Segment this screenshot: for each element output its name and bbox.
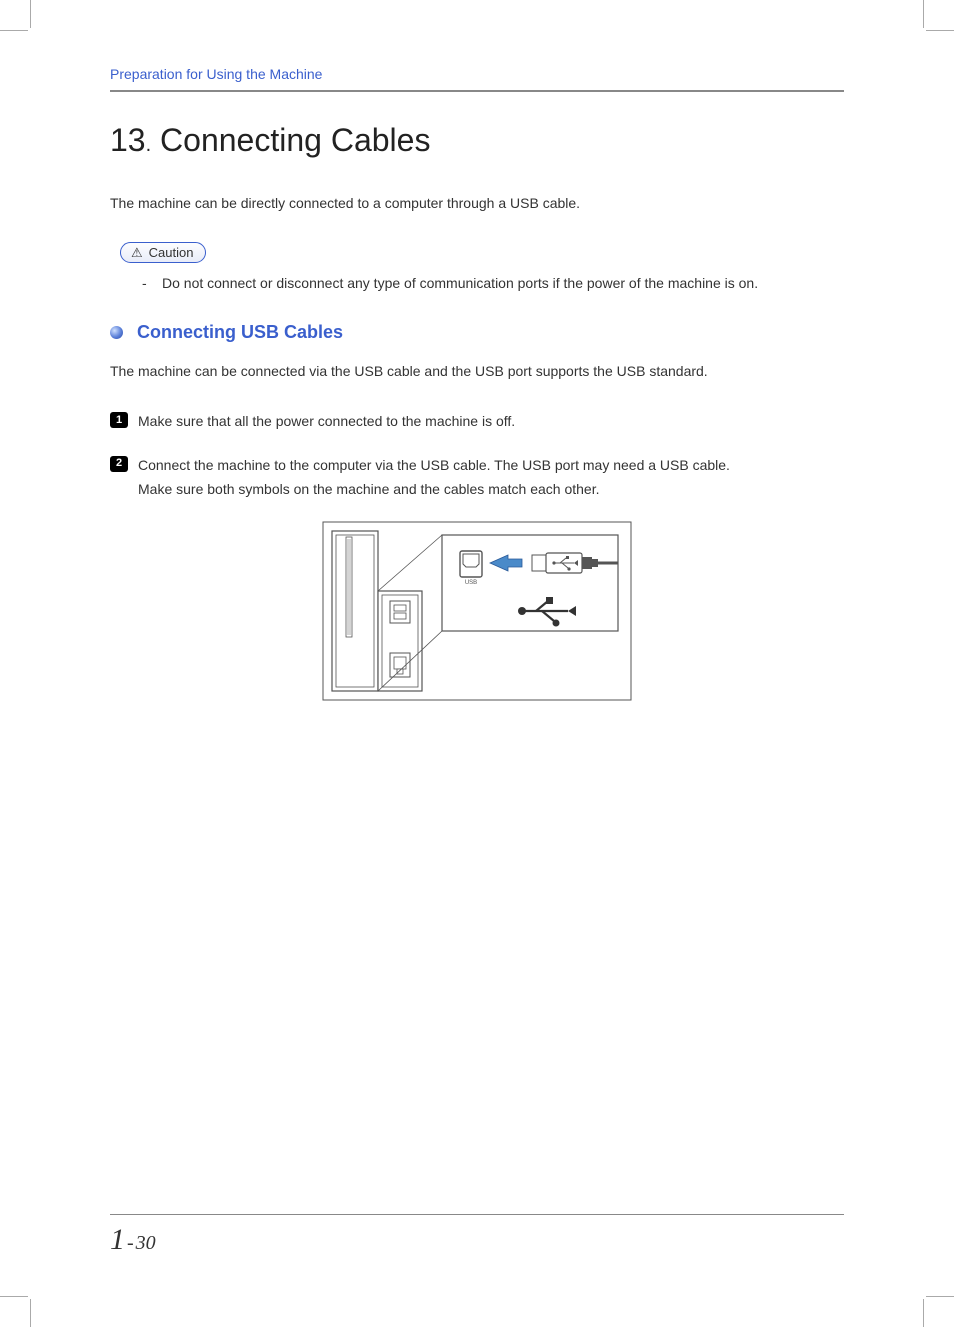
caution-block: ⚠ Caution - Do not connect or disconnect… (110, 242, 844, 294)
step-item: 2 Connect the machine to the computer vi… (110, 454, 844, 502)
step-text-line1: Connect the machine to the computer via … (138, 457, 730, 473)
chapter-number: 1 (110, 1223, 125, 1256)
subsection-intro: The machine can be connected via the USB… (110, 361, 844, 382)
usb-connection-diagram: USB (322, 521, 632, 701)
warning-icon: ⚠ (131, 246, 143, 259)
crop-mark (923, 1299, 924, 1327)
svg-text:USB: USB (465, 580, 477, 586)
step-number-badge: 1 (110, 412, 128, 428)
document-page: Preparation for Using the Machine 13. Co… (0, 0, 954, 1327)
page-number: 1-30 (110, 1215, 844, 1257)
page-header: Preparation for Using the Machine (110, 60, 844, 92)
subsection-title: Connecting USB Cables (137, 322, 343, 343)
section-number-dot: . (146, 134, 152, 156)
section-heading: 13. Connecting Cables (110, 122, 844, 159)
caution-item: - Do not connect or disconnect any type … (138, 273, 844, 294)
subsection-heading: Connecting USB Cables (110, 322, 844, 343)
crop-mark (926, 30, 954, 31)
crop-mark (0, 1296, 28, 1297)
section-number: 13. (110, 122, 160, 158)
intro-paragraph: The machine can be directly connected to… (110, 193, 844, 214)
step-item: 1 Make sure that all the power connected… (110, 410, 844, 434)
page-footer: 1-30 (110, 1214, 844, 1257)
crop-mark (30, 1299, 31, 1327)
caution-bullet: - (138, 273, 162, 294)
caution-text: Do not connect or disconnect any type of… (162, 273, 758, 294)
step-number-badge: 2 (110, 456, 128, 472)
section-title: Connecting Cables (160, 122, 430, 158)
crop-mark (30, 0, 31, 28)
step-text: Make sure that all the power connected t… (138, 410, 515, 434)
step-text: Connect the machine to the computer via … (138, 454, 730, 502)
caution-label: Caution (149, 245, 194, 260)
bullet-icon (110, 326, 123, 339)
caution-badge: ⚠ Caution (120, 242, 206, 263)
header-rule (110, 90, 844, 92)
crop-mark (926, 1296, 954, 1297)
page-separator: - (125, 1232, 136, 1254)
breadcrumb: Preparation for Using the Machine (110, 66, 844, 90)
crop-mark (923, 0, 924, 28)
page-value: 30 (136, 1232, 156, 1254)
crop-mark (0, 30, 28, 31)
section-number-value: 13 (110, 122, 146, 158)
step-text-line2: Make sure both symbols on the machine an… (138, 478, 730, 502)
figure-container: USB (110, 521, 844, 701)
